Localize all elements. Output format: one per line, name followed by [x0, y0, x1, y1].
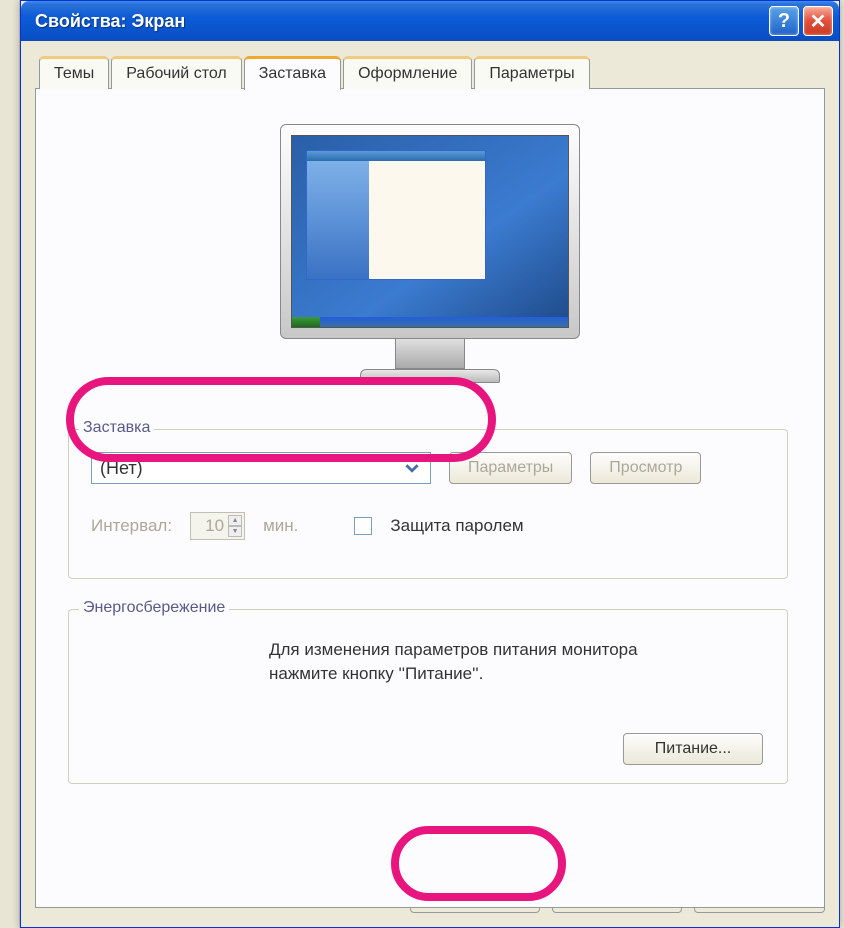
tab-themes[interactable]: Темы [39, 56, 109, 89]
preview-window [306, 150, 486, 280]
monitor-bezel [280, 124, 580, 339]
tab-strip: Темы Рабочий стол Заставка Оформление Па… [35, 56, 825, 89]
screensaver-preview-button[interactable]: Просмотр [590, 452, 701, 484]
tab-desktop[interactable]: Рабочий стол [111, 56, 241, 89]
left-margin [0, 0, 20, 928]
preview-window-body [307, 161, 485, 279]
interval-value: 10 [205, 516, 224, 536]
interval-label: Интервал: [91, 516, 172, 536]
monitor-stand [395, 339, 465, 369]
display-properties-window: Свойства: Экран ? ✕ Темы Рабочий стол За… [20, 0, 840, 928]
tab-label: Заставка [259, 65, 326, 82]
spinner-arrows[interactable]: ▲ ▼ [228, 515, 242, 537]
close-icon: ✕ [810, 9, 827, 34]
screensaver-combo-value: (Нет) [100, 458, 143, 479]
monitor-preview [280, 124, 580, 394]
tab-settings[interactable]: Параметры [474, 56, 589, 89]
password-label: Защита паролем [390, 516, 523, 536]
close-button[interactable]: ✕ [803, 6, 833, 36]
titlebar[interactable]: Свойства: Экран ? ✕ [21, 1, 839, 41]
spinner-up-icon[interactable]: ▲ [228, 515, 242, 526]
power-button[interactable]: Питание... [623, 733, 763, 765]
power-groupbox: Энергосбережение Для изменения параметро… [68, 609, 788, 784]
preview-sidebar [307, 161, 369, 279]
monitor-base [360, 369, 500, 383]
spinner-down-icon[interactable]: ▼ [228, 526, 242, 537]
tab-appearance[interactable]: Оформление [343, 56, 472, 89]
tab-label: Темы [54, 65, 94, 82]
power-group-label: Энергосбережение [79, 599, 229, 617]
preview-taskbar [292, 317, 568, 327]
tab-label: Рабочий стол [126, 65, 226, 82]
tab-screensaver[interactable]: Заставка [244, 56, 341, 90]
interval-unit: мин. [263, 516, 298, 536]
password-checkbox[interactable] [354, 517, 372, 535]
preview-main [369, 161, 485, 279]
screensaver-settings-button[interactable]: Параметры [449, 452, 572, 484]
power-text-line: Для изменения параметров питания монитор… [269, 640, 638, 659]
power-text-line: нажмите кнопку ''Питание''. [269, 664, 483, 683]
screensaver-combo[interactable]: (Нет) [91, 452, 431, 484]
interval-spinner[interactable]: 10 ▲ ▼ [190, 512, 245, 540]
tab-panel: Заставка (Нет) Параметры Просмотр Интерв… [35, 88, 825, 908]
tab-label: Параметры [489, 65, 574, 82]
power-text: Для изменения параметров питания монитор… [269, 638, 763, 686]
preview-start-button [292, 317, 320, 327]
screensaver-groupbox: Заставка (Нет) Параметры Просмотр Интерв… [68, 429, 788, 579]
chevron-down-icon [402, 458, 422, 478]
monitor-screen [291, 135, 569, 328]
window-title: Свойства: Экран [35, 11, 765, 32]
help-button[interactable]: ? [769, 6, 799, 36]
screensaver-group-label: Заставка [79, 419, 154, 437]
help-icon: ? [778, 10, 790, 33]
tab-label: Оформление [358, 65, 457, 82]
client-area: Темы Рабочий стол Заставка Оформление Па… [21, 41, 839, 927]
preview-window-title [307, 151, 485, 161]
